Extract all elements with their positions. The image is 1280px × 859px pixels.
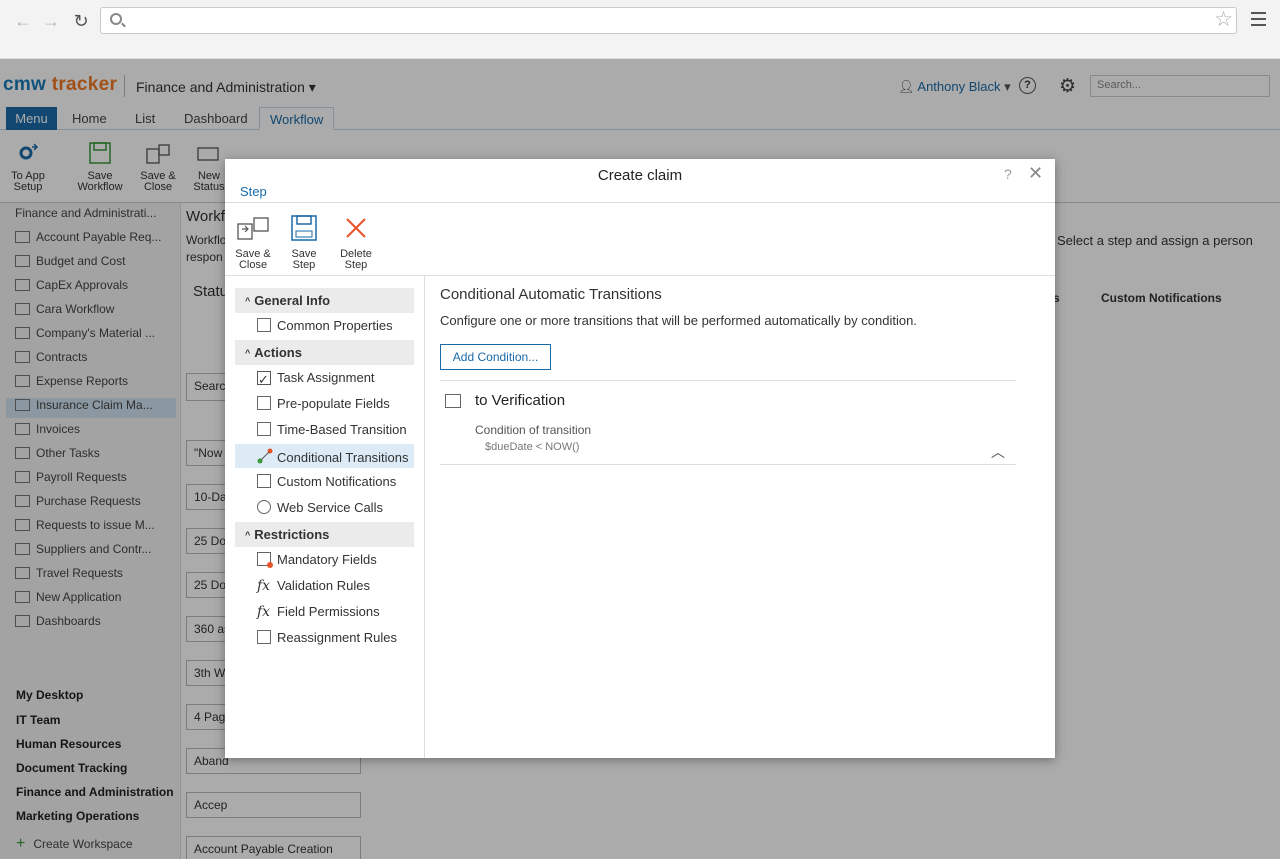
search-icon — [110, 13, 122, 25]
nav-custom-notifications[interactable]: Custom Notifications — [235, 470, 414, 494]
section-general-info[interactable]: ^ General Info — [235, 288, 414, 313]
function-icon: fx — [257, 604, 271, 620]
back-arrow-icon[interactable]: ← — [12, 10, 34, 32]
chevron-up-icon[interactable]: ︿ — [991, 442, 1005, 462]
save-step-button[interactable]: Save Step — [287, 215, 321, 271]
transition-title[interactable]: to Verification — [475, 392, 565, 409]
nav-mandatory-fields[interactable]: Mandatory Fields — [235, 548, 414, 572]
nav-reassignment-rules[interactable]: Reassignment Rules — [235, 626, 414, 650]
nav-time-based-transition[interactable]: Time-Based Transition — [235, 418, 414, 442]
delete-step-button[interactable]: Delete Step — [339, 215, 373, 271]
nav-task-assignment[interactable]: ✓ Task Assignment — [235, 366, 414, 390]
save-close-button[interactable]: Save & Close — [233, 215, 273, 271]
save-close-icon — [237, 217, 269, 240]
section-actions[interactable]: ^ Actions — [235, 340, 414, 365]
form-icon — [257, 396, 271, 410]
address-bar[interactable]: ☆ — [100, 7, 1237, 34]
create-claim-dialog: Create claim ? ✕ Step Save & Close Save St… — [225, 159, 1055, 758]
close-icon[interactable]: ✕ — [1028, 163, 1043, 184]
checkbox-icon: ✓ — [257, 371, 271, 387]
function-icon: fx — [257, 578, 271, 594]
nav-validation-rules[interactable]: fx Validation Rules — [235, 574, 414, 598]
nav-prepopulate-fields[interactable]: Pre-populate Fields — [235, 392, 414, 416]
envelope-icon — [257, 474, 271, 488]
add-condition-button[interactable]: Add Condition... — [440, 344, 551, 370]
transition-arrow-icon — [257, 448, 273, 464]
section-restrictions[interactable]: ^ Restrictions — [235, 522, 414, 547]
content-description: Configure one or more transitions that w… — [440, 313, 917, 328]
bookmark-star-icon[interactable]: ☆ — [1214, 9, 1233, 31]
timer-list-icon — [257, 422, 271, 436]
save-icon — [291, 215, 317, 241]
browser-menu-icon[interactable] — [1251, 12, 1266, 30]
envelope-icon — [445, 394, 461, 408]
properties-icon — [257, 318, 271, 332]
content-title: Conditional Automatic Transitions — [440, 286, 662, 303]
mandatory-form-icon — [257, 552, 273, 568]
reload-icon[interactable]: ↻ — [70, 10, 92, 32]
delete-x-icon — [346, 218, 366, 238]
transition-condition-label: Condition of transition — [475, 423, 592, 437]
nav-common-properties[interactable]: Common Properties — [235, 314, 414, 338]
browser-toolbar: ← → ↻ ☆ — [0, 0, 1280, 59]
nav-web-service-calls[interactable]: Web Service Calls — [235, 496, 414, 520]
forward-arrow-icon[interactable]: → — [40, 10, 62, 32]
tab-step[interactable]: Step — [240, 184, 267, 199]
nav-field-permissions[interactable]: fx Field Permissions — [235, 600, 414, 624]
list-icon — [257, 630, 271, 644]
nav-conditional-transitions[interactable]: Conditional Transitions — [235, 444, 414, 468]
dialog-help-icon[interactable]: ? — [1004, 166, 1012, 182]
transition-condition-value: $dueDate < NOW() — [485, 441, 580, 453]
globe-icon — [257, 500, 271, 514]
dialog-title: Create claim — [597, 167, 683, 184]
